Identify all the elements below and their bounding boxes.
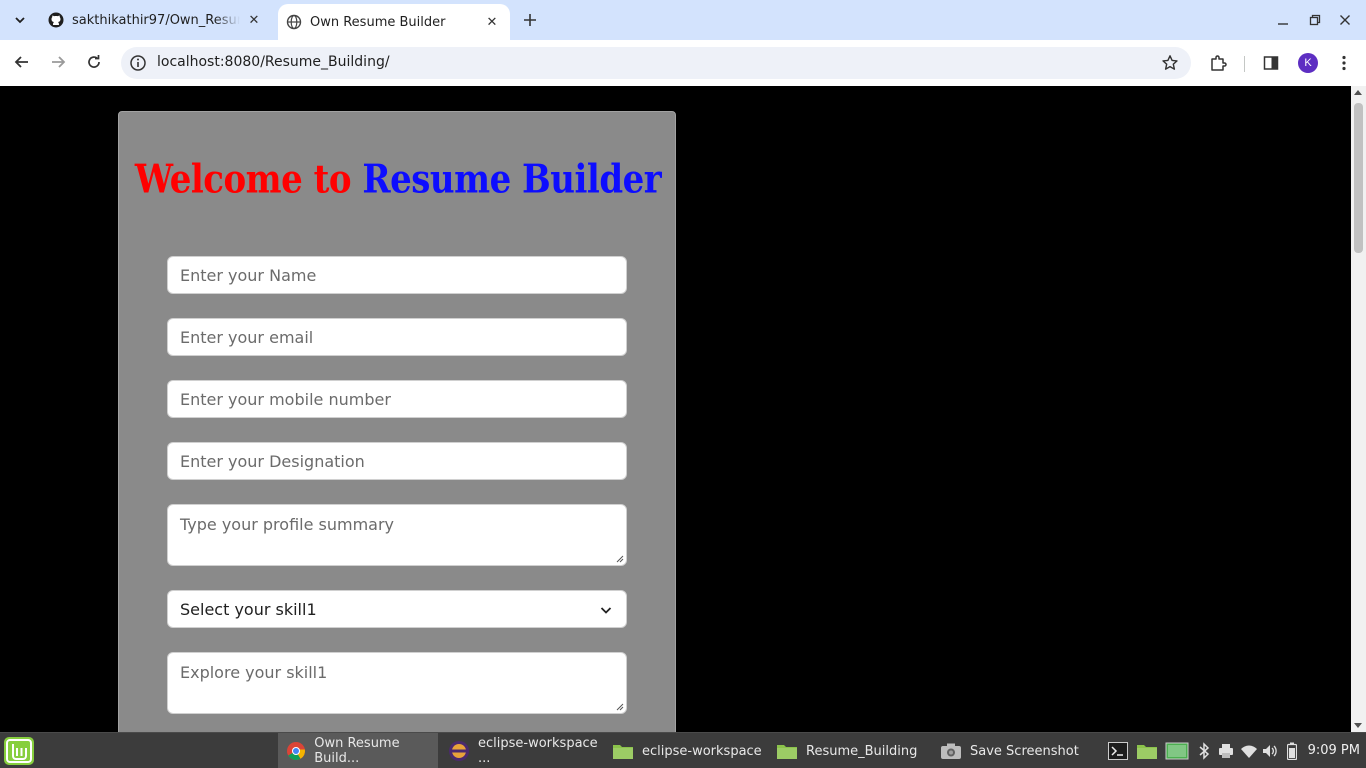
site-info-icon[interactable] bbox=[129, 54, 147, 72]
tab-search-dropdown[interactable] bbox=[8, 8, 32, 32]
arrow-right-icon bbox=[52, 56, 66, 68]
profile-summary-placeholder: Type your profile summary bbox=[180, 515, 395, 534]
resize-grip-icon[interactable] bbox=[616, 555, 624, 563]
folder-icon bbox=[612, 740, 634, 762]
printer-icon bbox=[1219, 744, 1233, 758]
printer-tray[interactable] bbox=[1218, 741, 1234, 761]
more-vertical-icon bbox=[1342, 55, 1346, 71]
page-scrollbar[interactable] bbox=[1351, 86, 1366, 732]
taskbar-item-label: Resume_Building bbox=[806, 743, 918, 759]
resume-form-card: Welcome to Resume Builder Enter your Nam… bbox=[118, 111, 676, 732]
taskbar-item-chrome[interactable]: Own Resume Build... bbox=[278, 733, 438, 768]
system-monitor-launcher[interactable] bbox=[1165, 741, 1189, 761]
camera-icon bbox=[940, 740, 962, 762]
url-path: :8080/Resume_Building/ bbox=[219, 54, 390, 70]
chrome-icon bbox=[286, 740, 306, 762]
explore-skill1-placeholder: Explore your skill1 bbox=[180, 663, 328, 682]
scrollbar-thumb[interactable] bbox=[1354, 103, 1363, 253]
heading-welcome-text: Welcome to bbox=[134, 157, 352, 203]
battery-tray[interactable] bbox=[1287, 741, 1297, 761]
skill1-select-value: Select your skill1 bbox=[180, 599, 317, 619]
explore-skill1-textarea[interactable]: Explore your skill1 bbox=[167, 652, 627, 714]
bluetooth-tray[interactable] bbox=[1198, 741, 1210, 761]
tab-own-resume-builder[interactable]: Own Resume Builder ✕ bbox=[278, 4, 510, 40]
toolbar-divider bbox=[1244, 56, 1245, 72]
eclipse-icon bbox=[448, 740, 470, 762]
scroll-down-arrow-icon[interactable] bbox=[1354, 723, 1362, 728]
minimize-button[interactable] bbox=[1271, 8, 1295, 32]
wifi-icon bbox=[1241, 745, 1257, 758]
url-text: localhost:8080/Resume_Building/ bbox=[157, 54, 390, 70]
email-input[interactable]: Enter your email bbox=[167, 318, 627, 356]
reload-button[interactable] bbox=[80, 48, 108, 76]
github-icon bbox=[48, 12, 64, 28]
browser-tab-bar: sakthikathir97/Own_Resume_Builder ✕ Own … bbox=[0, 0, 1366, 40]
minimize-icon bbox=[1278, 23, 1288, 25]
restore-icon bbox=[1309, 14, 1321, 26]
heading-builder-text: Resume Builder bbox=[362, 157, 662, 203]
battery-icon bbox=[1287, 742, 1297, 760]
forward-button[interactable] bbox=[44, 48, 72, 76]
taskbar-item-label: eclipse-workspace bbox=[642, 743, 762, 759]
chevron-down-icon bbox=[15, 17, 25, 24]
linux-mint-logo-icon bbox=[4, 737, 34, 765]
bluetooth-icon bbox=[1199, 742, 1210, 760]
chevron-down-icon bbox=[600, 607, 612, 614]
close-icon bbox=[1340, 15, 1350, 25]
page-viewport: Welcome to Resume Builder Enter your Nam… bbox=[0, 86, 1366, 732]
arrow-left-icon bbox=[14, 56, 28, 68]
globe-icon bbox=[286, 14, 302, 30]
side-panel-icon bbox=[1263, 56, 1279, 70]
network-tray[interactable] bbox=[1240, 741, 1258, 761]
designation-input[interactable]: Enter your Designation bbox=[167, 442, 627, 480]
close-window-button[interactable] bbox=[1333, 8, 1357, 32]
scroll-up-arrow-icon[interactable] bbox=[1354, 90, 1362, 95]
taskbar-item-folder-eclipse[interactable]: eclipse-workspace bbox=[604, 733, 766, 768]
terminal-launcher[interactable] bbox=[1108, 741, 1128, 761]
folder-icon bbox=[776, 740, 798, 762]
side-panel-button[interactable] bbox=[1260, 52, 1282, 74]
page-heading: Welcome to Resume Builder bbox=[119, 157, 677, 203]
taskbar-item-label: eclipse-workspace ... bbox=[478, 736, 598, 766]
volume-icon bbox=[1263, 745, 1277, 757]
new-tab-button[interactable] bbox=[518, 8, 542, 32]
taskbar-item-folder-resume[interactable]: Resume_Building bbox=[768, 733, 930, 768]
tab-github[interactable]: sakthikathir97/Own_Resume_Builder ✕ bbox=[40, 0, 276, 40]
files-launcher[interactable] bbox=[1136, 741, 1158, 761]
skill1-select[interactable]: Select your skill1 bbox=[167, 590, 627, 628]
name-input[interactable]: Enter your Name bbox=[167, 256, 627, 294]
back-button[interactable] bbox=[8, 48, 36, 76]
taskbar-item-label: Own Resume Build... bbox=[314, 736, 400, 766]
plus-icon bbox=[524, 14, 536, 26]
browser-toolbar: localhost:8080/Resume_Building/ K bbox=[0, 40, 1366, 86]
taskbar-item-screenshot[interactable]: Save Screenshot bbox=[932, 733, 1096, 768]
profile-avatar[interactable]: K bbox=[1298, 53, 1318, 73]
terminal-icon bbox=[1108, 742, 1128, 760]
url-host: localhost bbox=[157, 54, 220, 70]
extensions-button[interactable] bbox=[1207, 52, 1229, 74]
reload-icon bbox=[88, 55, 100, 68]
taskbar-item-eclipse[interactable]: eclipse-workspace ... bbox=[440, 733, 602, 768]
resize-grip-icon[interactable] bbox=[616, 703, 624, 711]
profile-summary-textarea[interactable]: Type your profile summary bbox=[167, 504, 627, 566]
mobile-input[interactable]: Enter your mobile number bbox=[167, 380, 627, 418]
close-icon[interactable]: ✕ bbox=[246, 12, 262, 28]
tab-title: sakthikathir97/Own_Resume_Builder bbox=[72, 12, 240, 28]
mint-menu-button[interactable] bbox=[3, 736, 35, 766]
bookmark-star-icon[interactable] bbox=[1161, 54, 1179, 72]
monitor-icon bbox=[1165, 742, 1189, 760]
close-icon[interactable]: ✕ bbox=[484, 14, 500, 30]
volume-tray[interactable] bbox=[1262, 741, 1278, 761]
puzzle-icon bbox=[1211, 55, 1227, 71]
browser-menu-button[interactable] bbox=[1333, 52, 1355, 74]
tab-title: Own Resume Builder bbox=[310, 14, 446, 30]
taskbar-item-label: Save Screenshot bbox=[970, 743, 1079, 759]
os-taskbar: Own Resume Build... eclipse-workspace ..… bbox=[0, 732, 1366, 768]
taskbar-clock[interactable]: 9:09 PM bbox=[1308, 743, 1360, 758]
restore-button[interactable] bbox=[1303, 8, 1327, 32]
folder-icon bbox=[1137, 745, 1157, 759]
address-bar[interactable]: localhost:8080/Resume_Building/ bbox=[121, 47, 1191, 79]
